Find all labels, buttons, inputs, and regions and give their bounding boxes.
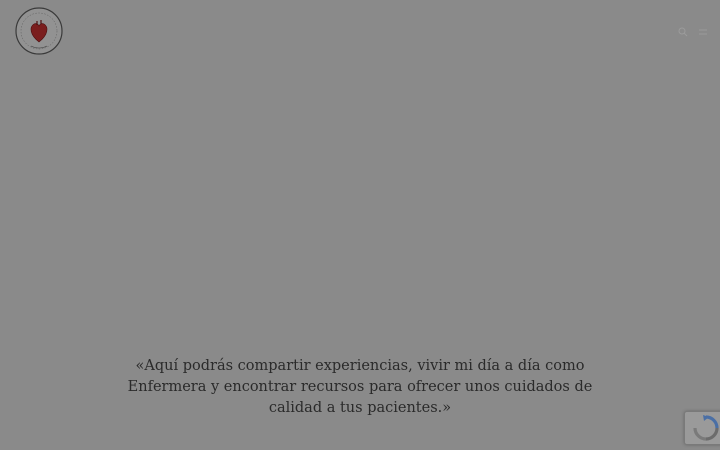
hero-area	[0, 60, 720, 350]
recaptcha-icon	[693, 415, 719, 441]
header-icons	[678, 22, 708, 37]
page: «Aquí podrás compartir experiencias, viv…	[0, 0, 720, 450]
recaptcha-badge[interactable]	[684, 411, 720, 445]
search-icon[interactable]	[678, 22, 688, 37]
hero-quote: «Aquí podrás compartir experiencias, viv…	[127, 358, 593, 416]
heart-logo-icon	[15, 7, 63, 55]
menu-icon[interactable]	[698, 22, 708, 35]
site-logo[interactable]	[14, 6, 64, 56]
